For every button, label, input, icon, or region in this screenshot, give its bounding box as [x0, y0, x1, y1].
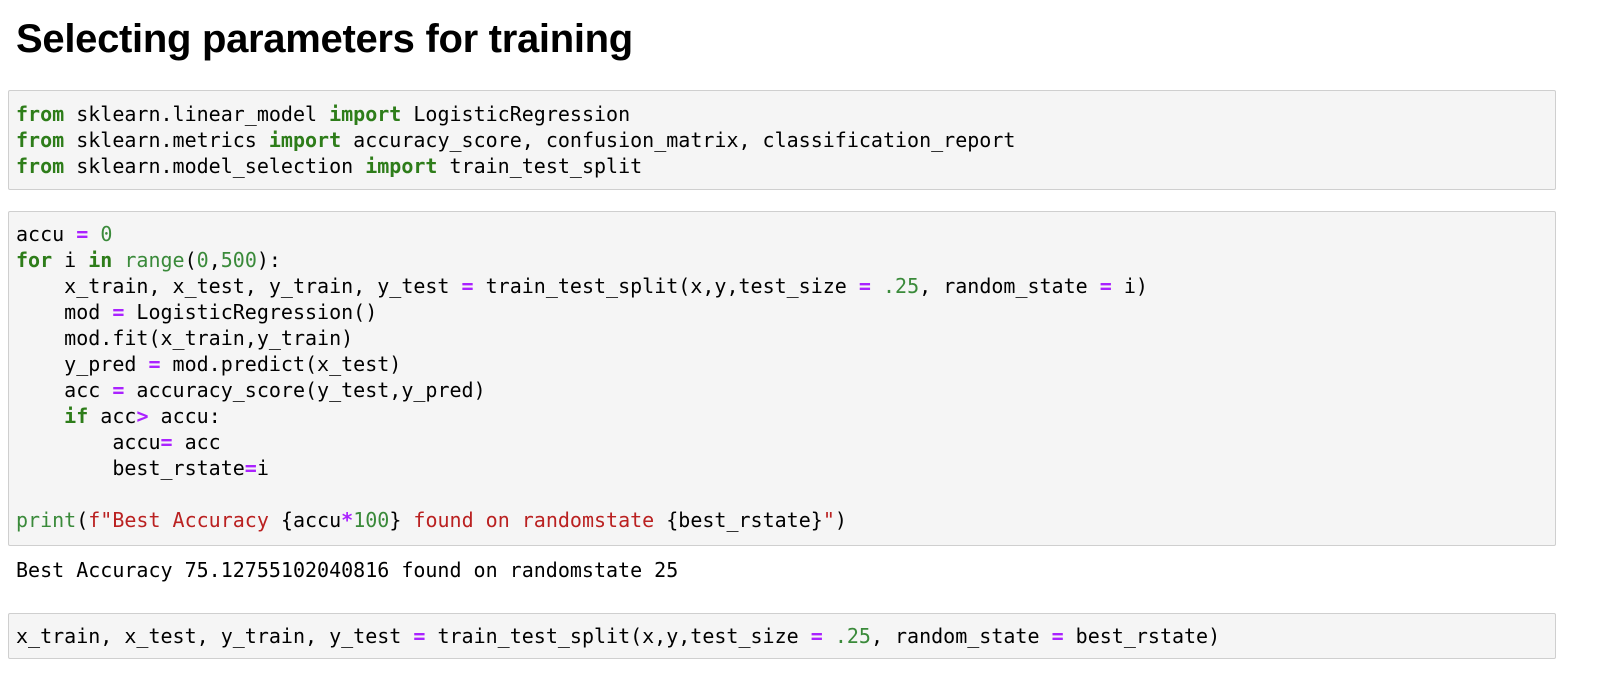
code-editor[interactable]: x_train, x_test, y_train, y_test = train…: [9, 614, 1555, 649]
operator-token: =: [112, 378, 125, 402]
operator-token: =: [76, 222, 89, 246]
code-line: for i in range(0,500):: [16, 248, 281, 272]
operator-token: >: [136, 404, 149, 428]
code-line: from sklearn.linear_model import Logisti…: [16, 102, 631, 126]
keyword-token: from: [16, 128, 65, 152]
code-line: accu = 0: [16, 222, 113, 246]
code-line: y_pred = mod.predict(x_test): [16, 352, 402, 376]
code-line: x_train, x_test, y_train, y_test = train…: [16, 624, 1221, 648]
code-cell-training-loop[interactable]: accu = 0 for i in range(0,500): x_train,…: [8, 211, 1556, 546]
operator-token: =: [461, 274, 474, 298]
keyword-token: for: [16, 248, 53, 272]
builtin-token: range: [124, 248, 185, 272]
number-token: 500: [220, 248, 257, 272]
code-line: print(f"Best Accuracy {accu*100} found o…: [16, 508, 847, 532]
code-cell-imports[interactable]: from sklearn.linear_model import Logisti…: [8, 90, 1556, 190]
code-line: mod = LogisticRegression(): [16, 300, 378, 324]
cell-output: Best Accuracy 75.12755102040816 found on…: [16, 558, 679, 582]
keyword-token: import: [329, 102, 402, 126]
code-line: acc = accuracy_score(y_test,y_pred): [16, 378, 486, 402]
keyword-token: in: [88, 248, 113, 272]
operator-token: =: [148, 352, 161, 376]
operator-token: =: [244, 456, 257, 480]
operator-token: =: [160, 430, 173, 454]
operator-token: =: [1051, 624, 1064, 648]
operator-token: =: [413, 624, 426, 648]
keyword-token: if: [64, 404, 89, 428]
number-token: 100: [353, 508, 390, 532]
markdown-heading: Selecting parameters for training: [16, 17, 633, 61]
operator-token: =: [810, 624, 823, 648]
code-editor[interactable]: from sklearn.linear_model import Logisti…: [9, 91, 1555, 179]
keyword-token: import: [268, 128, 342, 152]
string-token: ": [822, 508, 835, 532]
operator-token: *: [341, 508, 354, 532]
code-line: from sklearn.metrics import accuracy_sco…: [16, 128, 1016, 152]
code-editor[interactable]: accu = 0 for i in range(0,500): x_train,…: [9, 212, 1555, 533]
code-line: accu= acc: [16, 430, 221, 454]
keyword-token: from: [16, 154, 65, 178]
operator-token: =: [858, 274, 871, 298]
code-line: mod.fit(x_train,y_train): [16, 326, 354, 350]
operator-token: =: [112, 300, 125, 324]
code-line: if acc> accu:: [64, 404, 221, 428]
string-token: f"Best Accuracy: [88, 508, 281, 532]
code-line: best_rstate=i: [16, 456, 269, 480]
number-token: 0: [100, 222, 113, 246]
string-token: found on randomstate: [401, 508, 667, 532]
builtin-token: print: [16, 508, 77, 532]
code-line: x_train, x_test, y_train, y_test = train…: [16, 274, 1148, 298]
keyword-token: import: [365, 154, 438, 178]
number-token: .25: [882, 274, 920, 298]
operator-token: =: [1099, 274, 1112, 298]
code-line: from sklearn.model_selection import trai…: [16, 154, 643, 178]
keyword-token: from: [16, 102, 65, 126]
number-token: .25: [834, 624, 871, 648]
number-token: 0: [196, 248, 209, 272]
code-cell-final-split[interactable]: x_train, x_test, y_train, y_test = train…: [8, 613, 1556, 659]
